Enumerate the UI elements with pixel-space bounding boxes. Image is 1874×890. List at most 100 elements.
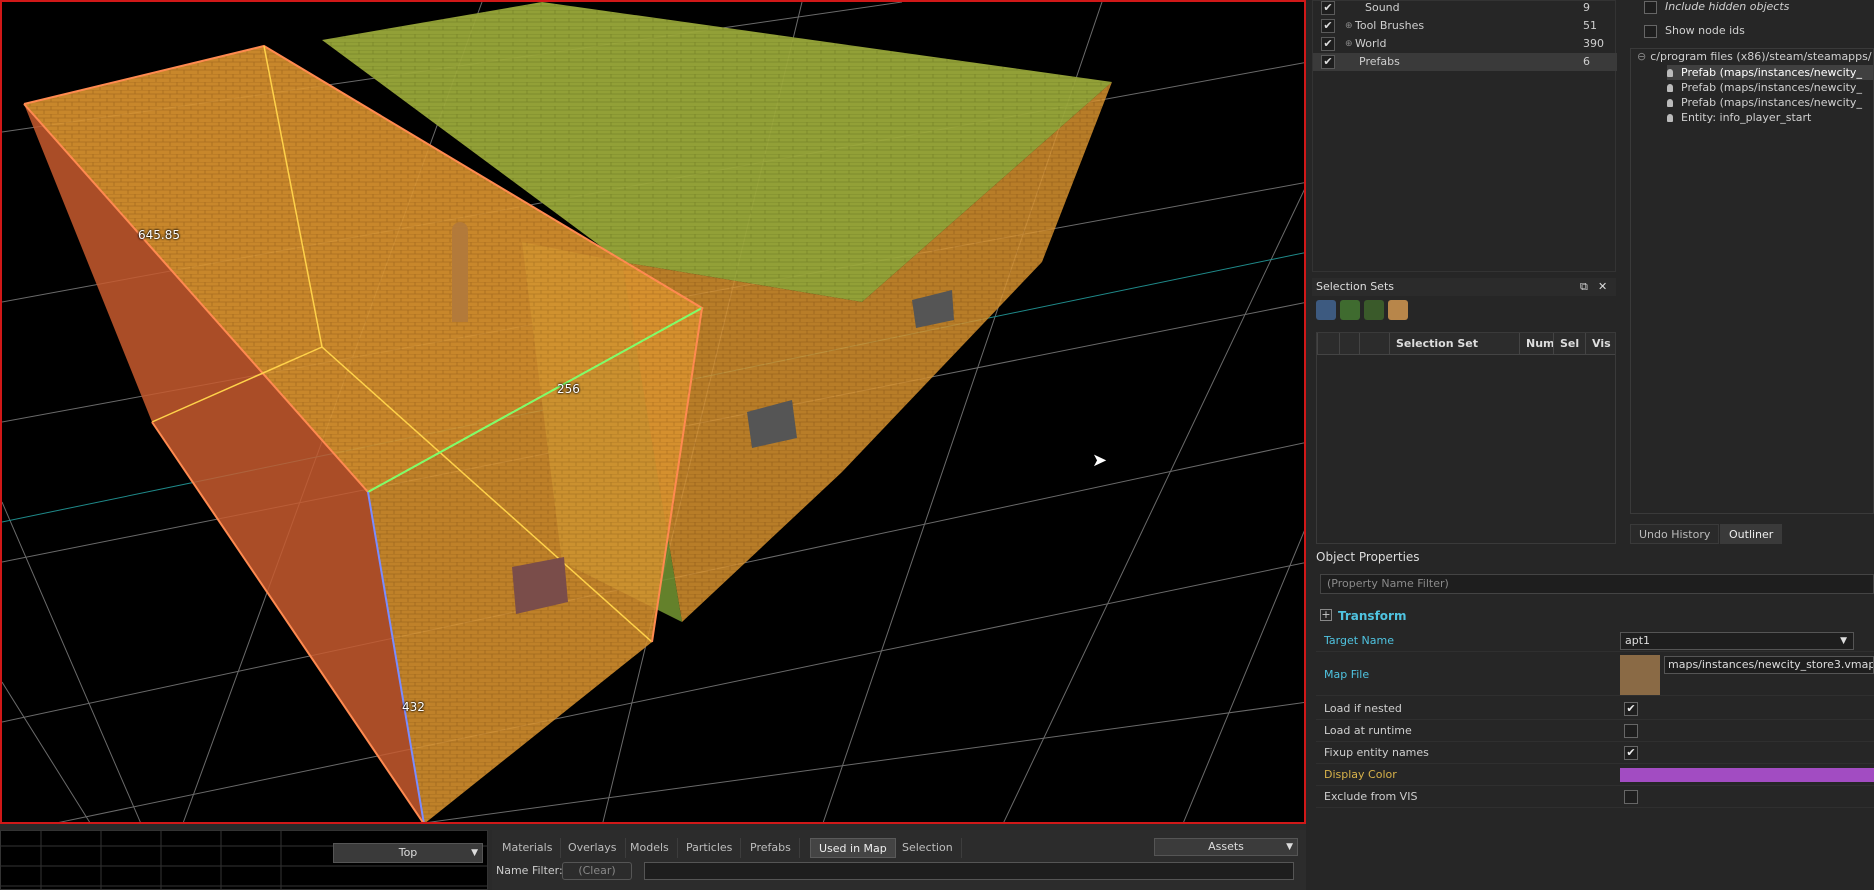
tree-item-label: Prefab (maps/instances/newcity_ [1681, 96, 1862, 109]
exclude-from-vis-checkbox[interactable] [1624, 790, 1638, 804]
tab-overlays[interactable]: Overlays [560, 838, 626, 858]
chevron-down-icon: ▼ [1286, 842, 1293, 852]
display-color-row: Display Color [1316, 764, 1874, 786]
eye-icon[interactable] [1316, 300, 1336, 320]
target-name-label: Target Name [1324, 634, 1394, 647]
exclude-from-vis-row: Exclude from VIS [1316, 786, 1874, 808]
name-filter-input[interactable] [644, 862, 1294, 880]
entity-bulb-icon [1667, 84, 1673, 92]
outliner-options: Include hidden objects Show node ids [1630, 0, 1874, 44]
view-mode-dropdown[interactable]: Top ▼ [333, 843, 483, 863]
name-filter-label: Name Filter: [496, 864, 563, 877]
assets-dropdown-button[interactable]: Assets ▼ [1154, 838, 1298, 856]
exclude-from-vis-label: Exclude from VIS [1324, 790, 1418, 803]
load-at-runtime-checkbox[interactable] [1624, 724, 1638, 738]
layer-visibility-checkbox[interactable]: ✔ [1321, 19, 1335, 33]
target-name-value: apt1 [1625, 634, 1651, 647]
top-view-viewport[interactable]: Top ▼ [0, 830, 488, 890]
tab-materials[interactable]: Materials [494, 838, 562, 858]
fixup-entity-names-checkbox[interactable]: ✔ [1624, 746, 1638, 760]
layer-row-prefabs[interactable]: ✔ Prefabs 6 [1313, 53, 1617, 71]
layer-count: 6 [1583, 55, 1590, 68]
load-at-runtime-row: Load at runtime [1316, 720, 1874, 742]
transform-section[interactable]: + Transform [1316, 604, 1616, 628]
target-name-row: Target Name apt1 ▼ [1316, 630, 1874, 652]
show-node-ids-checkbox[interactable] [1644, 24, 1657, 38]
include-hidden-checkbox[interactable] [1644, 0, 1657, 14]
layer-name: Prefabs [1359, 55, 1400, 68]
entity-bulb-icon [1667, 114, 1673, 122]
tab-outliner[interactable]: Outliner [1720, 524, 1783, 544]
layer-row-tool-brushes[interactable]: ✔ ⊕ Tool Brushes 51 [1313, 17, 1617, 35]
right-panel: ✔ Sound 9 ✔ ⊕ Tool Brushes 51 ✔ ⊕ World … [1312, 0, 1874, 890]
expand-icon[interactable]: + [1320, 609, 1332, 621]
col-selection-set[interactable]: Selection Set [1389, 333, 1519, 355]
tab-models[interactable]: Models [622, 838, 678, 858]
selection-sets-header: Selection Sets ⧉ ✕ [1312, 278, 1616, 296]
selection-sets-table-header: Selection Set Num Sel Vis [1317, 333, 1615, 355]
include-hidden-label: Include hidden objects [1665, 0, 1790, 13]
close-icon[interactable]: ✕ [1598, 278, 1607, 296]
object-properties-panel: Object Properties (Property Name Filter)… [1312, 548, 1874, 890]
map-file-path-input[interactable]: maps/instances/newcity_store3.vmap [1664, 656, 1874, 674]
tab-particles[interactable]: Particles [678, 838, 742, 858]
tree-item[interactable]: Prefab (maps/instances/newcity_ [1667, 95, 1862, 110]
load-if-nested-label: Load if nested [1324, 702, 1402, 715]
tab-selection[interactable]: Selection [894, 838, 962, 858]
layer-count: 51 [1583, 19, 1597, 32]
assets-button-label: Assets [1208, 840, 1244, 853]
load-if-nested-checkbox[interactable]: ✔ [1624, 702, 1638, 716]
layer-name: Tool Brushes [1355, 19, 1425, 32]
dimension-width-label: 256 [557, 382, 580, 396]
tree-item-label: Prefab (maps/instances/newcity_ [1681, 66, 1862, 79]
clear-filter-button[interactable]: (Clear) [562, 862, 632, 880]
fixup-entity-names-label: Fixup entity names [1324, 746, 1429, 759]
selection-sets-panel: Selection Sets ⧉ ✕ Selection Set Num Sel… [1312, 278, 1616, 544]
tree-item[interactable]: Prefab (maps/instances/newcity_ [1667, 80, 1862, 95]
show-node-ids-option[interactable]: Show node ids [1644, 22, 1745, 40]
property-filter-input[interactable]: (Property Name Filter) [1320, 574, 1874, 594]
chevron-down-icon: ▼ [471, 848, 478, 858]
include-hidden-objects-option[interactable]: Include hidden objects [1644, 0, 1789, 16]
layer-visibility-checkbox[interactable]: ✔ [1321, 1, 1335, 15]
tree-root-row[interactable]: ⊖ c/program files (x86)/steam/steamapps/ [1637, 49, 1872, 64]
layers-panel: ✔ Sound 9 ✔ ⊕ Tool Brushes 51 ✔ ⊕ World … [1312, 0, 1617, 272]
layer-count: 9 [1583, 1, 1590, 14]
tab-prefabs[interactable]: Prefabs [742, 838, 800, 858]
outliner-tabs: Undo History Outliner [1630, 522, 1874, 544]
dimension-length-label: 645.85 [138, 228, 180, 242]
layer-row-world[interactable]: ✔ ⊕ World 390 [1313, 35, 1617, 53]
collapse-icon[interactable]: ⊖ [1637, 50, 1646, 63]
entity-bulb-icon [1667, 69, 1673, 77]
layer-count: 390 [1583, 37, 1604, 50]
tree-item[interactable]: Entity: info_player_start [1667, 110, 1811, 125]
entity-bulb-icon [1667, 99, 1673, 107]
add-set-icon[interactable] [1340, 300, 1360, 320]
expand-icon[interactable]: ⊕ [1345, 17, 1353, 35]
map-file-thumbnail[interactable] [1620, 655, 1660, 695]
bottom-strip: Top ▼ Materials Overlays Models Particle… [0, 824, 1306, 890]
remove-set-icon[interactable] [1364, 300, 1384, 320]
grid-icon[interactable] [1388, 300, 1408, 320]
tab-used-in-map[interactable]: Used in Map [810, 838, 896, 858]
col-vis[interactable]: Vis [1585, 333, 1615, 355]
layer-visibility-checkbox[interactable]: ✔ [1321, 37, 1335, 51]
tree-item[interactable]: Prefab (maps/instances/newcity_ [1667, 65, 1873, 80]
expand-icon[interactable]: ⊕ [1345, 35, 1353, 53]
target-name-input[interactable]: apt1 ▼ [1620, 632, 1854, 650]
selection-sets-table: Selection Set Num Sel Vis [1316, 332, 1616, 544]
col-sel[interactable]: Sel [1553, 333, 1585, 355]
layer-name: World [1355, 37, 1387, 50]
tree-root-label: c/program files (x86)/steam/steamapps/ [1650, 50, 1872, 63]
display-color-swatch[interactable] [1620, 768, 1874, 782]
3d-viewport[interactable]: 645.85 256 432 ➤ [0, 0, 1306, 824]
layer-row-sound[interactable]: ✔ Sound 9 [1313, 0, 1617, 17]
undock-icon[interactable]: ⧉ [1580, 278, 1588, 296]
tree-item-label: Entity: info_player_start [1681, 111, 1812, 124]
fixup-entity-names-row: Fixup entity names ✔ [1316, 742, 1874, 764]
col-num[interactable]: Num [1519, 333, 1555, 355]
display-color-label: Display Color [1324, 768, 1397, 781]
layer-visibility-checkbox[interactable]: ✔ [1321, 55, 1335, 69]
tab-undo-history[interactable]: Undo History [1630, 524, 1720, 544]
transform-section-label: Transform [1338, 609, 1407, 623]
